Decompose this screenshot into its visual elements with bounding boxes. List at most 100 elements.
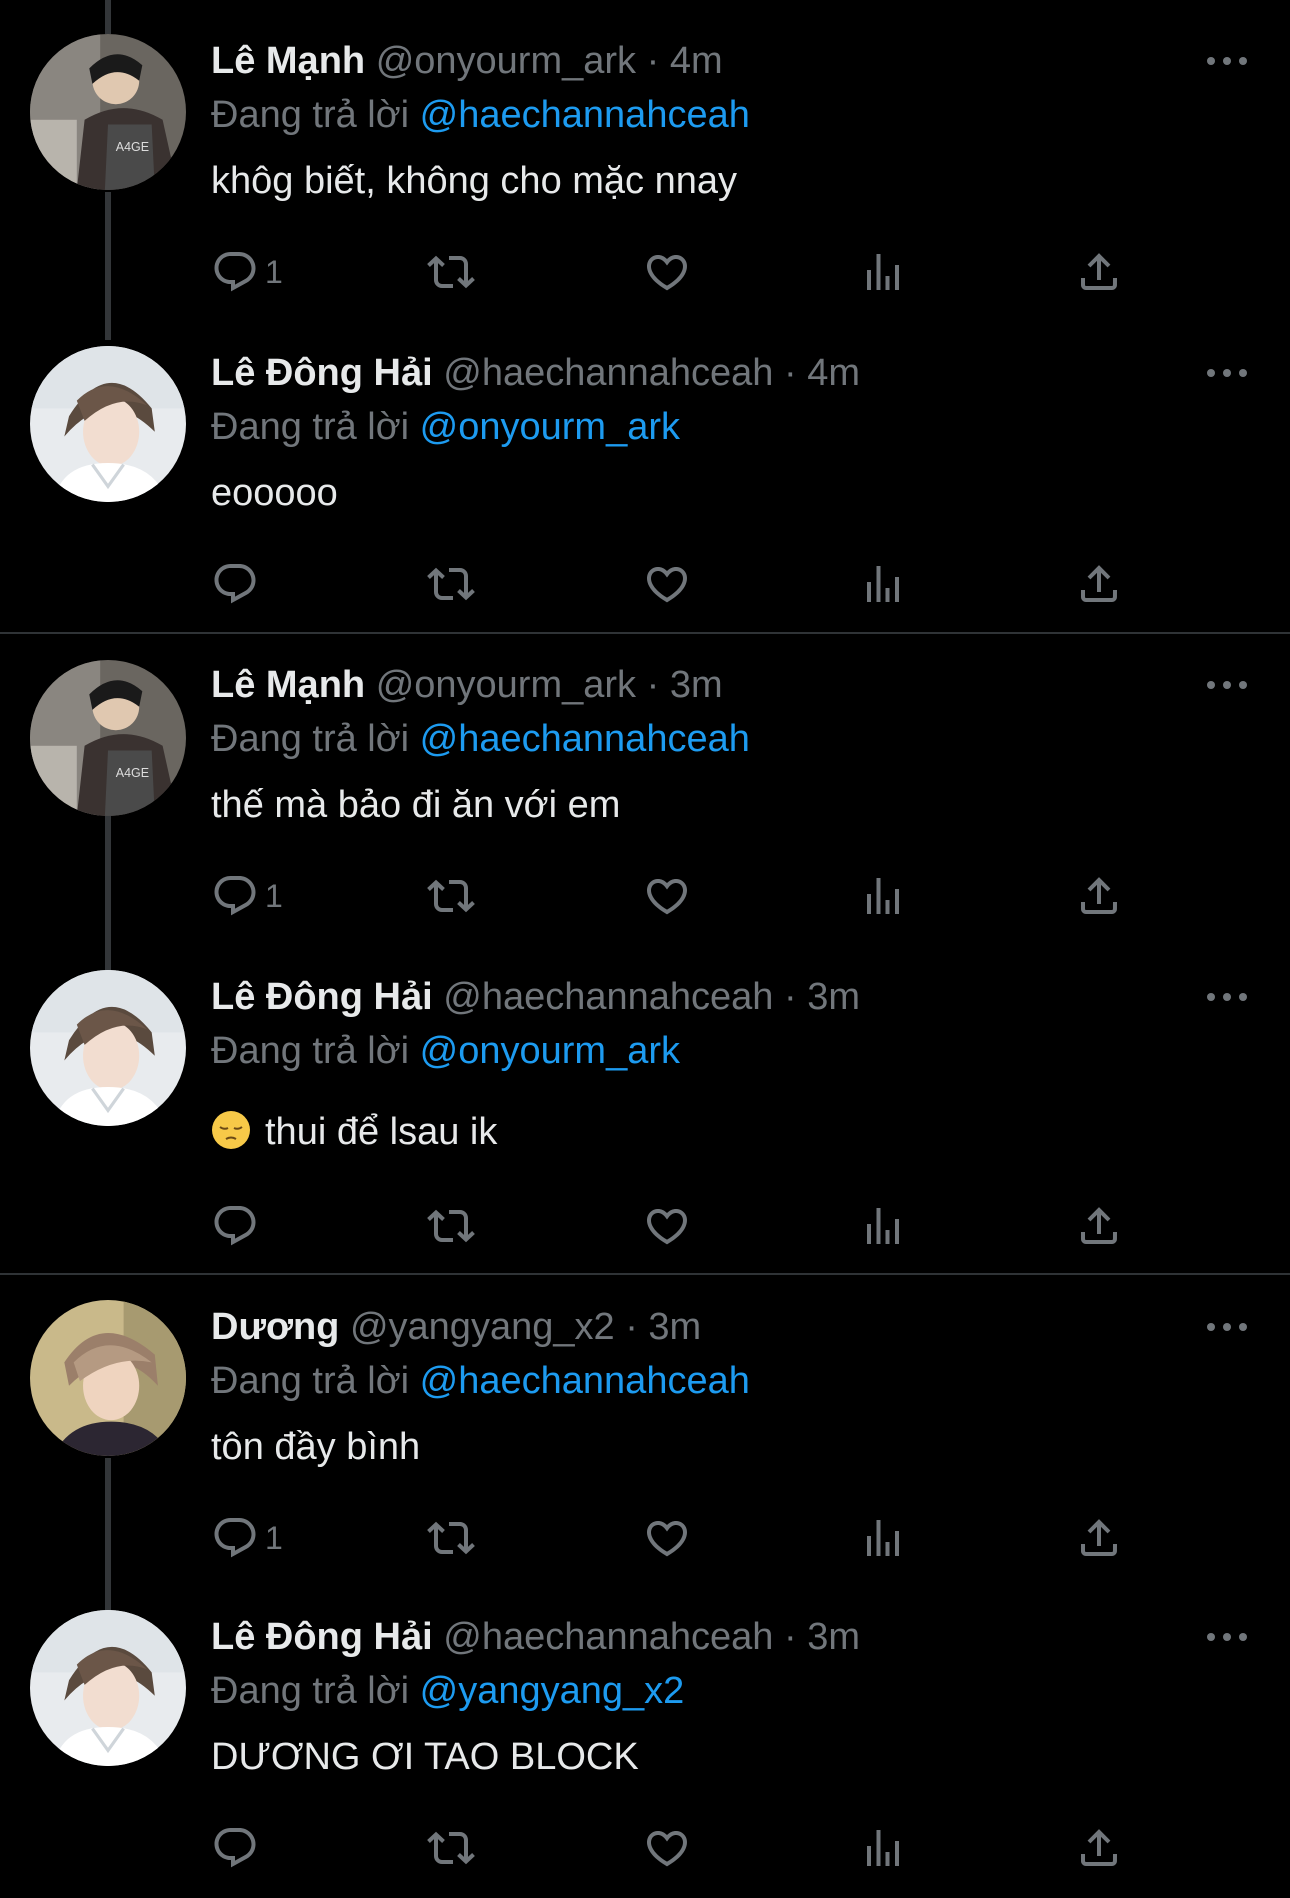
like-icon <box>643 1514 691 1562</box>
like-button[interactable] <box>643 1510 691 1566</box>
views-icon <box>859 560 907 608</box>
mention-link[interactable]: @haechannahceah <box>420 1360 750 1402</box>
reply-button[interactable] <box>211 556 265 612</box>
share-icon <box>1075 1824 1123 1872</box>
retweet-button[interactable] <box>427 556 475 612</box>
mention-link[interactable]: @haechannahceah <box>420 718 750 760</box>
views-button[interactable] <box>859 1510 907 1566</box>
share-button[interactable] <box>1075 556 1123 612</box>
like-button[interactable] <box>643 244 691 300</box>
tweet-text: thui để lsau ik <box>265 1111 498 1153</box>
views-button[interactable] <box>859 1820 907 1876</box>
tweet[interactable]: Lê Đông Hải @haechannahceah · 4m Đang tr… <box>0 310 1290 632</box>
views-icon <box>859 872 907 920</box>
reply-button[interactable]: 1 <box>211 244 283 300</box>
mention-link[interactable]: @onyourm_ark <box>420 406 680 448</box>
retweet-icon <box>427 560 475 608</box>
avatar[interactable] <box>30 660 186 816</box>
timestamp[interactable]: 3m <box>807 976 860 1018</box>
reply-button[interactable] <box>211 1820 265 1876</box>
timestamp[interactable]: 3m <box>807 1616 860 1658</box>
retweet-icon <box>427 248 475 296</box>
more-icon[interactable] <box>1204 675 1250 695</box>
tweet[interactable]: Lê Mạnh @onyourm_ark · 4m Đang trả lời @… <box>0 0 1290 310</box>
timestamp[interactable]: 3m <box>670 664 723 706</box>
share-button[interactable] <box>1075 1198 1123 1254</box>
more-icon[interactable] <box>1204 51 1250 71</box>
like-button[interactable] <box>643 868 691 924</box>
handle[interactable]: @onyourm_ark <box>376 40 636 82</box>
reply-button[interactable] <box>211 1198 265 1254</box>
action-bar <box>211 1198 1131 1254</box>
avatar[interactable] <box>30 1300 186 1456</box>
action-bar <box>211 1820 1131 1876</box>
separator: · <box>784 976 797 1018</box>
reply-button[interactable]: 1 <box>211 868 283 924</box>
reply-count: 1 <box>265 1519 283 1556</box>
views-icon <box>859 248 907 296</box>
share-button[interactable] <box>1075 244 1123 300</box>
tweet-text: tôn đầy bình <box>211 1426 421 1468</box>
tweet[interactable]: Lê Đông Hải @haechannahceah · 3m Đang tr… <box>0 944 1290 1272</box>
more-icon[interactable] <box>1204 987 1250 1007</box>
like-button[interactable] <box>643 1198 691 1254</box>
reply-icon <box>211 1824 259 1872</box>
handle[interactable]: @onyourm_ark <box>376 664 636 706</box>
retweet-button[interactable] <box>427 1198 475 1254</box>
mention-link[interactable]: @haechannahceah <box>420 94 750 136</box>
like-icon <box>643 872 691 920</box>
retweet-button[interactable] <box>427 244 475 300</box>
tweet[interactable]: Dương @yangyang_x2 · 3m Đang trả lời @ha… <box>0 1275 1290 1585</box>
reply-count: 1 <box>265 253 283 290</box>
replying-to: Đang trả lời @haechannahceah <box>211 90 750 140</box>
tweet[interactable]: Lê Mạnh @onyourm_ark · 3m Đang trả lời @… <box>0 634 1290 944</box>
tweet-text: thế mà bảo đi ăn với em <box>211 784 621 826</box>
display-name[interactable]: Lê Đông Hải <box>211 1616 433 1658</box>
views-button[interactable] <box>859 868 907 924</box>
timestamp[interactable]: 4m <box>807 352 860 394</box>
views-button[interactable] <box>859 244 907 300</box>
mention-link[interactable]: @onyourm_ark <box>420 1030 680 1072</box>
action-bar <box>211 556 1131 612</box>
retweet-button[interactable] <box>427 868 475 924</box>
reply-button[interactable]: 1 <box>211 1510 283 1566</box>
reply-icon <box>211 1514 259 1562</box>
timestamp[interactable]: 4m <box>670 40 723 82</box>
share-icon <box>1075 1514 1123 1562</box>
avatar[interactable] <box>30 346 186 502</box>
pensive-face-emoji <box>211 1110 251 1150</box>
timestamp[interactable]: 3m <box>648 1306 701 1348</box>
display-name[interactable]: Lê Mạnh <box>211 664 365 706</box>
replying-to-label: Đang trả lời <box>211 406 410 448</box>
like-button[interactable] <box>643 1820 691 1876</box>
retweet-button[interactable] <box>427 1820 475 1876</box>
views-button[interactable] <box>859 1198 907 1254</box>
share-button[interactable] <box>1075 868 1123 924</box>
separator: · <box>646 40 660 82</box>
avatar[interactable] <box>30 34 186 190</box>
more-icon[interactable] <box>1204 1317 1250 1337</box>
display-name[interactable]: Lê Mạnh <box>211 40 365 82</box>
share-button[interactable] <box>1075 1820 1123 1876</box>
display-name[interactable]: Lê Đông Hải <box>211 976 433 1018</box>
share-button[interactable] <box>1075 1510 1123 1566</box>
retweet-icon <box>427 1514 475 1562</box>
replying-to-label: Đang trả lời <box>211 718 410 760</box>
replying-to-label: Đang trả lời <box>211 1670 410 1712</box>
display-name[interactable]: Dương <box>211 1306 339 1348</box>
handle[interactable]: @haechannahceah <box>443 1616 773 1658</box>
handle[interactable]: @haechannahceah <box>443 352 773 394</box>
views-button[interactable] <box>859 556 907 612</box>
handle[interactable]: @yangyang_x2 <box>350 1306 615 1348</box>
replying-to-label: Đang trả lời <box>211 1030 410 1072</box>
more-icon[interactable] <box>1204 363 1250 383</box>
avatar[interactable] <box>30 970 186 1126</box>
more-icon[interactable] <box>1204 1627 1250 1647</box>
mention-link[interactable]: @yangyang_x2 <box>420 1670 685 1712</box>
retweet-button[interactable] <box>427 1510 475 1566</box>
like-button[interactable] <box>643 556 691 612</box>
avatar[interactable] <box>30 1610 186 1766</box>
tweet[interactable]: Lê Đông Hải @haechannahceah · 3m Đang tr… <box>0 1585 1290 1898</box>
display-name[interactable]: Lê Đông Hải <box>211 352 433 394</box>
handle[interactable]: @haechannahceah <box>443 976 773 1018</box>
